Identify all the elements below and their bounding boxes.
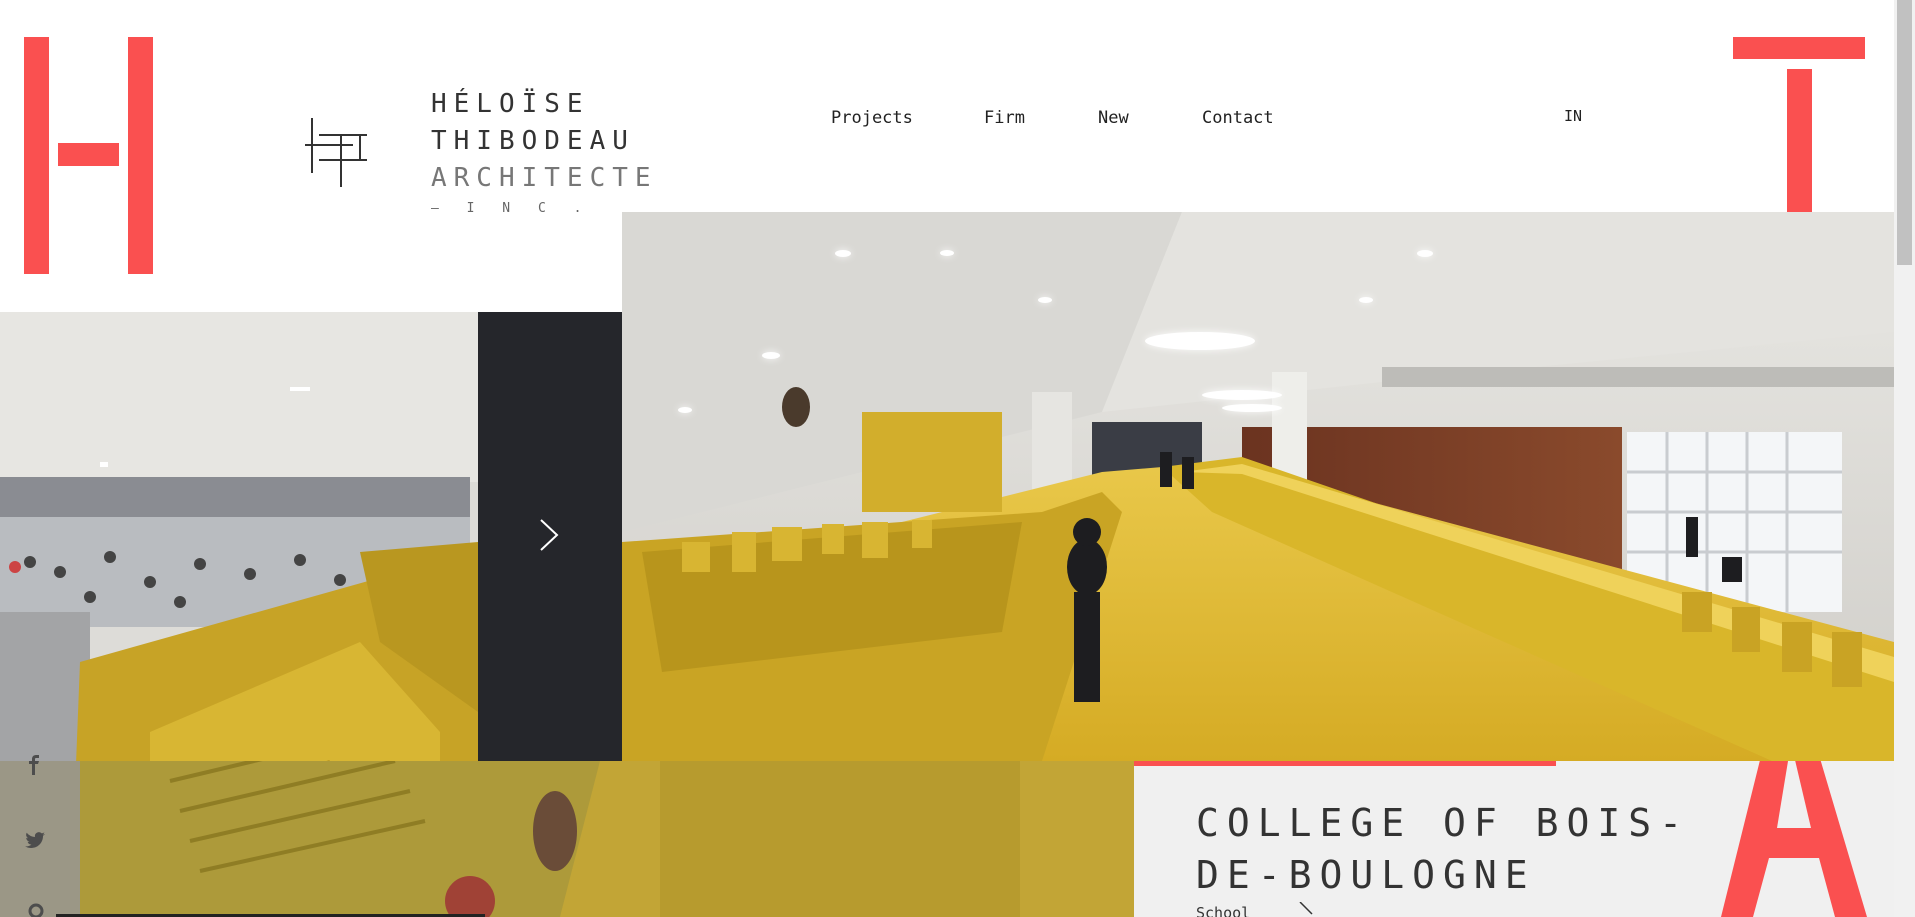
nav-link-firm[interactable]: Firm	[984, 108, 1025, 128]
logo-wordmark[interactable]: HÉLOÏSE THIBODEAU ARCHITECTE — I N C .	[431, 86, 658, 216]
project-category[interactable]: School	[1196, 904, 1250, 917]
logo-line-name: HÉLOÏSE	[431, 89, 590, 119]
logo-line-profession: ARCHITECTE	[431, 163, 658, 193]
language-switch[interactable]: IN	[1564, 107, 1582, 125]
card-accent-bar	[1134, 761, 1556, 766]
decorative-letter-a	[1721, 761, 1867, 917]
twitter-icon[interactable]	[25, 832, 45, 848]
nav-link-contact[interactable]: Contact	[1202, 108, 1274, 128]
logo-line-surname: THIBODEAU	[431, 126, 635, 156]
project-info-card[interactable]: COLLEGE OF BOIS-DE-BOULOGNE School	[1134, 761, 1894, 917]
hero-photo	[622, 212, 1894, 761]
bottom-photo-strip	[0, 761, 1134, 917]
facebook-icon[interactable]	[28, 755, 40, 775]
logo-mark-icon[interactable]	[305, 115, 371, 190]
chevron-right-icon[interactable]	[539, 518, 559, 552]
page-scrollbar[interactable]	[1894, 0, 1915, 917]
bottom-photo-illustration	[0, 761, 1134, 917]
scrollbar-thumb[interactable]	[1897, 0, 1912, 265]
pinterest-icon[interactable]	[28, 903, 44, 917]
chevron-right-icon[interactable]	[1298, 902, 1314, 917]
nav-link-projects[interactable]: Projects	[831, 108, 913, 128]
project-title[interactable]: COLLEGE OF BOIS-DE-BOULOGNE	[1196, 797, 1716, 901]
hero-photo-illustration	[622, 212, 1894, 761]
nav-link-new[interactable]: New	[1098, 108, 1129, 128]
slider-next-panel[interactable]	[478, 312, 622, 761]
